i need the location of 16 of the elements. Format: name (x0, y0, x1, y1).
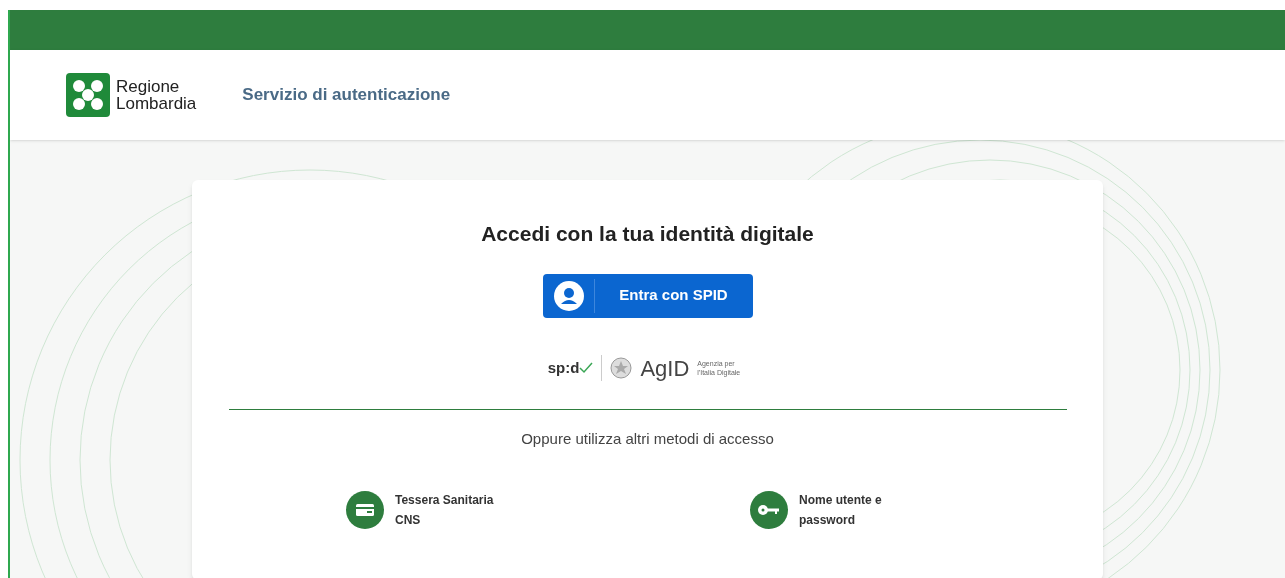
spid-logo-text: sp:d (547, 357, 580, 378)
access-method-link[interactable]: Tessera Sanitaria CNS (395, 490, 515, 530)
logo-text: Lombardia (116, 95, 197, 112)
alternative-methods-text: Oppure utilizza altri metodi di accesso (521, 428, 774, 449)
access-method-link[interactable]: Nome utente e password (799, 490, 894, 530)
card-icon (346, 491, 384, 529)
agid-logo-text: AgID (640, 354, 690, 383)
logo-icon (66, 73, 110, 117)
user-icon (553, 280, 584, 311)
key-icon (750, 491, 788, 529)
spid-login-button[interactable]: Entra con SPID (542, 273, 753, 318)
emblem-icon (610, 356, 633, 380)
service-title: Servizio di autenticazione (242, 84, 451, 107)
checkmark-icon (579, 362, 594, 374)
logo-text: Regione (116, 78, 181, 95)
card-title: Accedi con la tua identità digitale (481, 221, 814, 247)
